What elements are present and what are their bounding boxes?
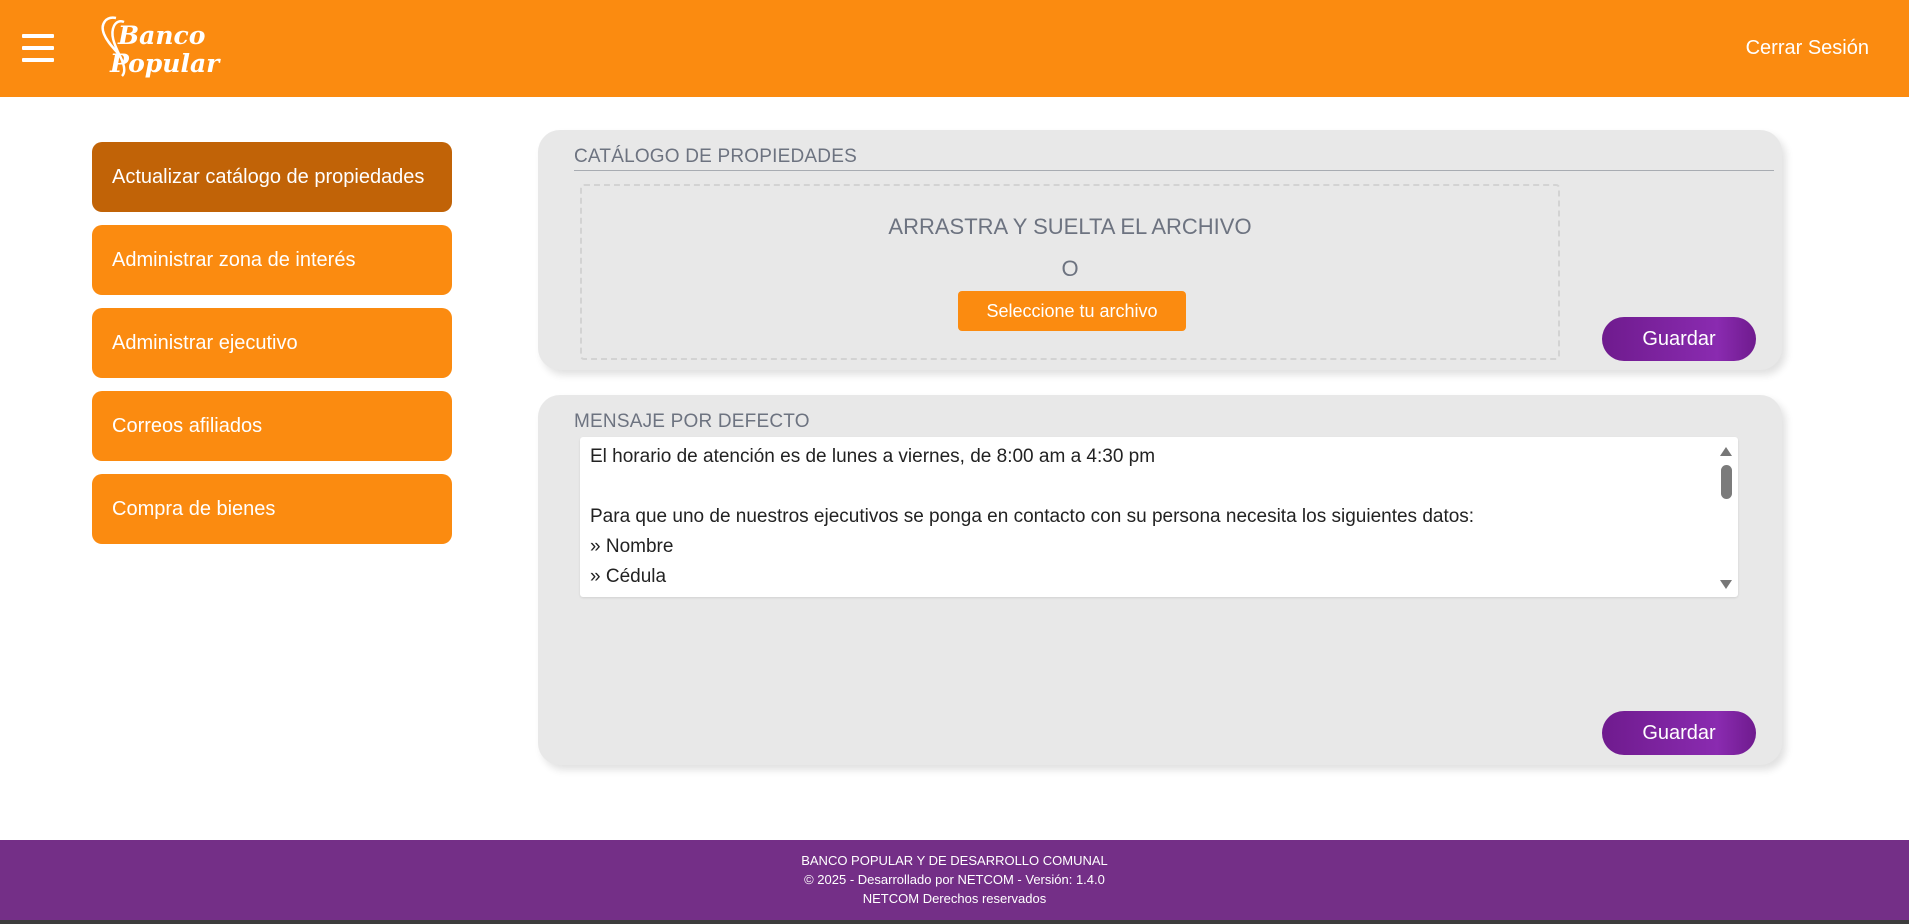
logout-link[interactable]: Cerrar Sesión (1746, 37, 1869, 60)
scroll-up-arrow-icon[interactable] (1720, 447, 1732, 456)
sidebar-item-asset-purchase[interactable]: Compra de bienes (92, 474, 452, 544)
sidebar-item-update-catalog[interactable]: Actualizar catálogo de propiedades (92, 142, 452, 212)
catalog-panel-title: CATÁLOGO DE PROPIEDADES (574, 146, 857, 167)
footer-bank-name: BANCO POPULAR Y DE DESARROLLO COMUNAL (801, 853, 1108, 868)
logo-graphic: Banco Popular (101, 16, 221, 78)
message-panel-title: MENSAJE POR DEFECTO (574, 411, 810, 432)
file-dropzone[interactable]: ARRASTRA Y SUELTA EL ARCHIVO O Seleccion… (580, 184, 1560, 360)
save-message-button[interactable]: Guardar (1602, 711, 1756, 755)
drop-instruction: ARRASTRA Y SUELTA EL ARCHIVO (888, 214, 1252, 239)
default-message-textarea[interactable]: El horario de atención es de lunes a vie… (580, 437, 1738, 597)
catalog-panel: CATÁLOGO DE PROPIEDADES ARRASTRA Y SUELT… (538, 130, 1782, 370)
sidebar-nav: Actualizar catálogo de propiedades Admin… (92, 142, 452, 557)
message-text[interactable]: El horario de atención es de lunes a vie… (590, 442, 1708, 597)
sidebar-item-executive[interactable]: Administrar ejecutivo (92, 308, 452, 378)
title-divider (574, 170, 1774, 171)
page-footer: BANCO POPULAR Y DE DESARROLLO COMUNAL © … (0, 840, 1909, 924)
bottom-edge (0, 920, 1909, 924)
or-separator: O (1061, 256, 1079, 281)
sidebar-item-affiliated-emails[interactable]: Correos afiliados (92, 391, 452, 461)
footer-version: © 2025 - Desarrollado por NETCOM - Versi… (804, 872, 1105, 887)
sidebar-item-interest-zone[interactable]: Administrar zona de interés (92, 225, 452, 295)
hamburger-menu-icon[interactable] (22, 34, 54, 62)
default-message-panel: MENSAJE POR DEFECTO El horario de atenci… (538, 395, 1782, 765)
scrollbar-thumb[interactable] (1721, 465, 1732, 499)
svg-text:Popular: Popular (109, 49, 221, 78)
footer-rights: NETCOM Derechos reservados (862, 891, 1047, 906)
banco-popular-logo[interactable]: Banco Popular (96, 14, 261, 80)
svg-text:Banco: Banco (117, 21, 205, 50)
top-header: Banco Popular Cerrar Sesión (0, 0, 1909, 97)
scroll-down-arrow-icon[interactable] (1720, 580, 1732, 589)
select-file-button[interactable]: Seleccione tu archivo (958, 291, 1186, 331)
save-catalog-button[interactable]: Guardar (1602, 317, 1756, 361)
